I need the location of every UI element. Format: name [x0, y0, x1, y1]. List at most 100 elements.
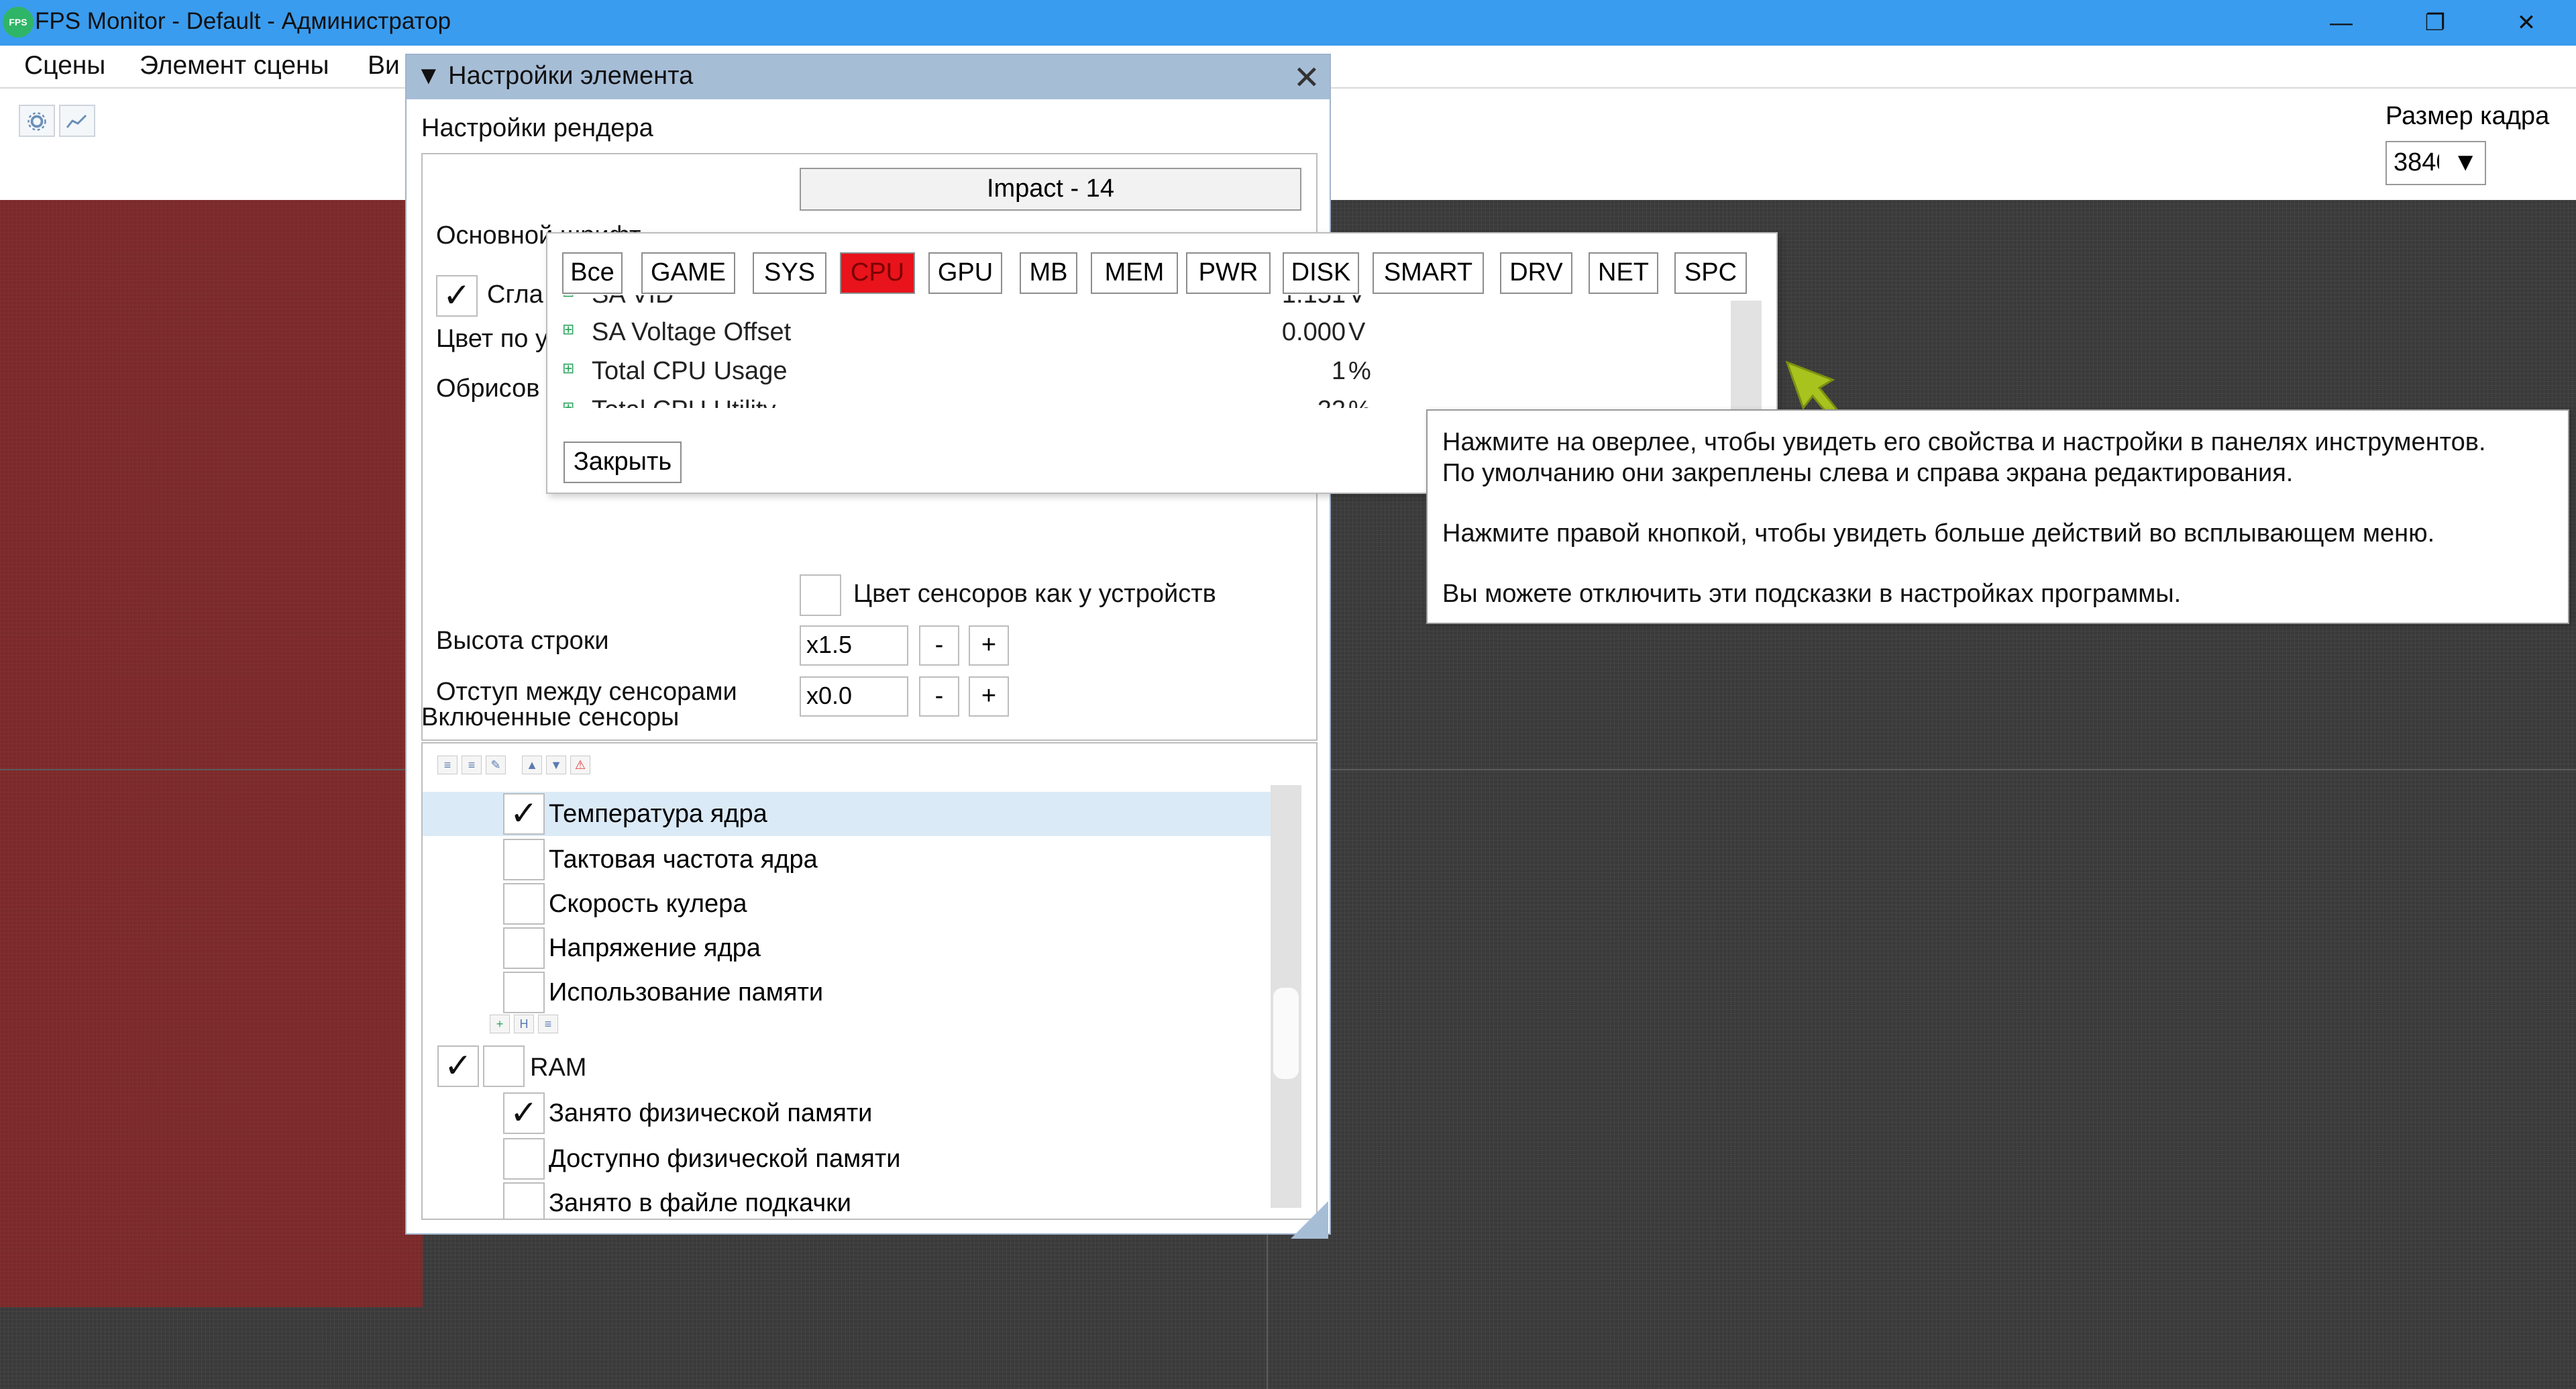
hint-tooltip: Нажмите на оверлее, чтобы увидеть его св… [1426, 409, 2569, 624]
tab-net[interactable]: NET [1589, 252, 1658, 294]
tree-row[interactable]: Напряжение ядра [423, 926, 1288, 970]
spacing-plus-button[interactable]: + [969, 676, 1009, 717]
tree-item-label: Занято физической памяти [549, 1099, 873, 1127]
tree-row[interactable]: Занято в файле подкачки [423, 1181, 1288, 1219]
chart-tool-button[interactable] [59, 105, 95, 137]
row-height-plus-button[interactable]: + [969, 625, 1009, 666]
collapse-all-icon[interactable]: ≡ [462, 756, 482, 774]
expand-plus-icon[interactable]: ⊞ [562, 295, 574, 301]
tab-gpu[interactable]: GPU [928, 252, 1002, 294]
tree-item-label: Занято в файле подкачки [549, 1189, 852, 1217]
tab-smart[interactable]: SMART [1373, 252, 1484, 294]
ram-expand-checkbox[interactable] [483, 1045, 525, 1087]
tree-checkbox[interactable] [503, 1138, 545, 1180]
format-icon[interactable]: H [514, 1015, 534, 1033]
tree-checkbox[interactable]: ✓ [503, 1092, 545, 1134]
tree-checkbox[interactable] [503, 1182, 545, 1219]
smoothing-checkbox[interactable]: ✓ [436, 275, 478, 317]
title-bar: FPS FPS Monitor - Default - Администрато… [0, 0, 2576, 46]
sensor-value: 0.000 [1281, 318, 1346, 346]
sensor-list-scrollbar[interactable] [1731, 301, 1762, 421]
row-height-label: Высота строки [436, 627, 609, 655]
row-height-input[interactable]: x1.5 [800, 625, 908, 666]
settings-tool-button[interactable] [19, 105, 55, 137]
tab-sys[interactable]: SYS [753, 252, 826, 294]
row-height-minus-button[interactable]: - [919, 625, 959, 666]
sensor-name: Total CPU Utility [592, 396, 776, 408]
sensor-row[interactable]: ⊞ SA VID 1.151 V [547, 295, 1728, 315]
tree-checkbox[interactable]: ✓ [503, 793, 545, 835]
tab-spc[interactable]: SPC [1674, 252, 1747, 294]
dropdown-arrow-icon: ▼ [2453, 148, 2478, 176]
expand-all-icon[interactable]: ≡ [437, 756, 458, 774]
sensor-unit: V [1348, 318, 1366, 346]
tree-scrollbar-thumb[interactable] [1273, 988, 1299, 1079]
tree-checkbox[interactable] [503, 883, 545, 925]
spacing-minus-button[interactable]: - [919, 676, 959, 717]
spacing-input[interactable]: x0.0 [800, 676, 908, 717]
smoothing-label: Сгла [487, 280, 543, 309]
list-icon[interactable]: ≡ [538, 1015, 558, 1033]
tree-row[interactable]: ✓ Занято физической памяти [423, 1091, 1288, 1135]
tree-checkbox[interactable] [503, 972, 545, 1013]
menu-view[interactable]: Ви [368, 51, 400, 81]
tree-row[interactable]: Скорость кулера [423, 882, 1288, 926]
sensor-value: 1 [1331, 357, 1346, 385]
tree-row[interactable]: Использование памяти [423, 970, 1288, 1015]
main-font-button[interactable]: Impact - 14 [800, 168, 1301, 211]
ram-group-label: RAM [530, 1053, 587, 1082]
sensor-unit: % [1348, 396, 1371, 408]
tree-row[interactable]: Доступно физической памяти [423, 1137, 1288, 1181]
move-down-icon[interactable]: ▼ [546, 756, 566, 774]
tree-scrollbar[interactable] [1271, 785, 1301, 1208]
frame-size-select[interactable]: 3840 ▼ [2385, 141, 2486, 185]
popup-close-button[interactable]: Закрыть [564, 442, 682, 483]
sensor-row[interactable]: ⊞ SA Voltage Offset 0.000 V [547, 315, 1728, 353]
outline-label: Обрисов [436, 374, 540, 403]
delete-icon[interactable]: ⚠ [570, 756, 590, 774]
window-title: FPS Monitor - Default - Администратор [35, 8, 451, 34]
tab-mem[interactable]: MEM [1091, 252, 1178, 294]
add-sensor-icon[interactable]: + [490, 1015, 510, 1033]
tooltip-line: Нажмите на оверлее, чтобы увидеть его св… [1442, 428, 2486, 456]
tab-game[interactable]: GAME [641, 252, 735, 294]
sensor-row[interactable]: ⊞ Total CPU Usage 1 % [547, 354, 1728, 392]
sensor-row[interactable]: ⊞ Total CPU Utility 22 % [547, 393, 1728, 408]
enabled-sensors-group: ≡ ≡ ✎ ▲ ▼ ⚠ ✓ Температура ядра Тактовая … [421, 742, 1318, 1220]
overlay-element[interactable] [0, 200, 423, 1307]
tab-drv[interactable]: DRV [1500, 252, 1572, 294]
tab-pwr[interactable]: PWR [1186, 252, 1271, 294]
panel-close-icon[interactable]: ✕ [1293, 59, 1320, 97]
element-settings-panel: ▼ Настройки элемента ✕ Настройки рендера… [405, 54, 1331, 1235]
tree-row[interactable]: ✓ Температура ядра [423, 792, 1271, 836]
expand-plus-icon[interactable]: ⊞ [562, 399, 574, 408]
edit-list-icon[interactable]: ✎ [486, 756, 506, 774]
expand-plus-icon[interactable]: ⊞ [562, 321, 574, 338]
expand-plus-icon[interactable]: ⊞ [562, 360, 574, 377]
sensor-color-checkbox[interactable] [800, 574, 841, 616]
sensor-name: SA VID [592, 295, 674, 309]
close-button[interactable]: ✕ [2486, 0, 2567, 46]
resize-grip[interactable] [1291, 1201, 1328, 1239]
tree-row[interactable]: Тактовая частота ядра [423, 837, 1288, 882]
color-label: Цвет по у [436, 325, 548, 353]
restore-button[interactable]: ❐ [2395, 0, 2475, 46]
tree-item-label: Тактовая частота ядра [549, 845, 818, 874]
tab-disk[interactable]: DISK [1283, 252, 1359, 294]
sensor-value: 22 [1258, 396, 1346, 408]
menu-scene-element[interactable]: Элемент сцены [140, 51, 329, 81]
tooltip-line: Нажмите правой кнопкой, чтобы увидеть бо… [1442, 519, 2435, 548]
tree-item-label: Доступно физической памяти [549, 1145, 901, 1173]
ram-group-checkbox[interactable]: ✓ [437, 1045, 479, 1087]
panel-header[interactable]: ▼ Настройки элемента ✕ [407, 55, 1330, 99]
menu-scenes[interactable]: Сцены [24, 51, 105, 81]
tree-checkbox[interactable] [503, 839, 545, 880]
minimize-button[interactable]: — [2301, 0, 2381, 46]
tree-checkbox[interactable] [503, 927, 545, 969]
tab-mb[interactable]: MB [1020, 252, 1077, 294]
tab-cpu[interactable]: CPU [840, 252, 915, 294]
tab-all[interactable]: Все [562, 252, 623, 294]
sensor-name: Total CPU Usage [592, 357, 788, 385]
move-up-icon[interactable]: ▲ [522, 756, 542, 774]
gear-icon [28, 112, 46, 131]
